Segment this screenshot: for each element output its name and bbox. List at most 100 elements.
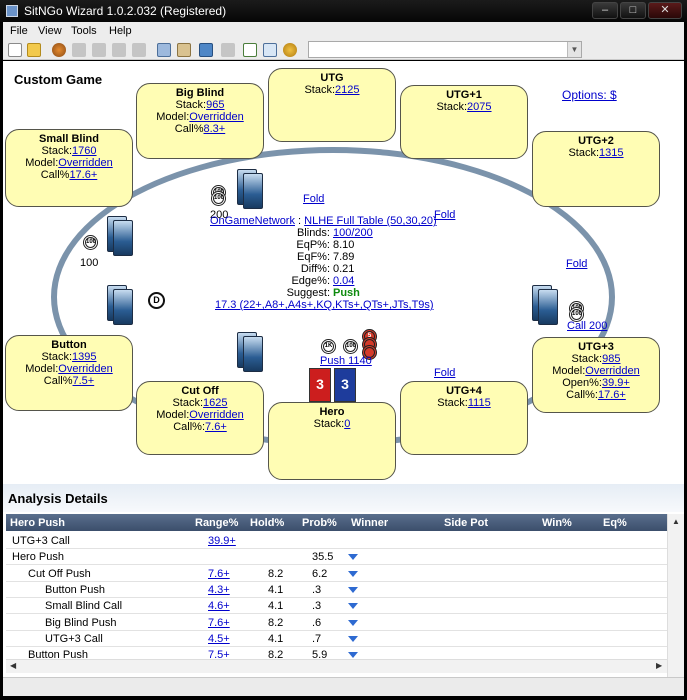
table-combo-box[interactable]: ▼: [308, 41, 582, 58]
scroll-right-icon[interactable]: ▶: [656, 661, 662, 670]
big-blind-fold-link[interactable]: Fold: [303, 193, 324, 205]
seat-big-blind[interactable]: Big Blind Stack:965 Model:Overridden Cal…: [136, 83, 264, 159]
call-value[interactable]: 7.5+: [73, 375, 95, 387]
menu-tools[interactable]: Tools: [71, 25, 97, 37]
copy-icon[interactable]: [157, 43, 171, 57]
stack-value[interactable]: 1625: [203, 397, 227, 409]
col-eq[interactable]: Eq%: [603, 517, 627, 529]
seat-utg3[interactable]: UTG+3 Stack:985 Model:Overridden Open%:3…: [532, 337, 660, 413]
seat-utg1[interactable]: UTG+1 Stack:2075: [400, 85, 528, 159]
seat-hero[interactable]: Hero Stack:0: [268, 402, 396, 480]
paste-icon[interactable]: [177, 43, 191, 57]
expand-arrow-icon[interactable]: [348, 635, 358, 642]
stack-value[interactable]: 1115: [468, 397, 491, 409]
chevron-down-icon[interactable]: ▼: [567, 42, 581, 57]
maximize-button[interactable]: □: [620, 2, 646, 19]
utg4-fold-link[interactable]: Fold: [434, 367, 455, 379]
utg3-call-link[interactable]: Call 200: [567, 320, 607, 332]
analysis-row[interactable]: Small Blind Call 4.6+ 4.1 .3: [6, 598, 667, 615]
call-value[interactable]: 17.6+: [69, 169, 97, 181]
expand-arrow-icon[interactable]: [348, 570, 358, 577]
expand-arrow-icon[interactable]: [348, 619, 358, 626]
col-prob[interactable]: Prob%: [302, 517, 337, 529]
row-range[interactable]: 4.5+: [208, 633, 230, 645]
expand-arrow-icon[interactable]: [348, 554, 358, 561]
col-hero-push[interactable]: Hero Push: [10, 517, 65, 529]
stack-value[interactable]: 2075: [467, 101, 491, 113]
stack-value[interactable]: 1315: [599, 147, 623, 159]
model-value[interactable]: Overridden: [189, 111, 243, 123]
disabled-tool-icon: [132, 43, 146, 57]
options-link[interactable]: Options: $: [562, 88, 617, 102]
model-value[interactable]: Overridden: [58, 363, 112, 375]
analysis-row[interactable]: Button Push 4.3+ 4.1 .3: [6, 582, 667, 598]
stack-value[interactable]: 0: [344, 418, 350, 430]
analysis-row[interactable]: Big Blind Push 7.6+ 8.2 .6: [6, 615, 667, 631]
close-button[interactable]: ✕: [648, 2, 682, 19]
analysis-row[interactable]: UTG+3 Call 39.9+: [6, 533, 667, 549]
call-value[interactable]: 7.6+: [205, 421, 227, 433]
seat-cutoff[interactable]: Cut Off Stack:1625 Model:Overridden Call…: [136, 381, 264, 455]
col-side-pot[interactable]: Side Pot: [444, 517, 488, 529]
push-range-link[interactable]: 17.3 (22+,A8+,A4s+,KQ,KTs+,QTs+,JTs,T9s): [215, 299, 434, 311]
menu-help[interactable]: Help: [109, 25, 132, 37]
call-label: Call%: [40, 169, 70, 181]
analysis-row[interactable]: UTG+3 Call 4.5+ 4.1 .7: [6, 631, 667, 647]
blinds-value[interactable]: 100/200: [333, 227, 373, 239]
expand-arrow-icon[interactable]: [348, 603, 358, 610]
settings-gear-icon[interactable]: [283, 43, 297, 57]
minimize-button[interactable]: –: [592, 2, 618, 19]
expand-arrow-icon[interactable]: [348, 586, 358, 593]
model-value[interactable]: Overridden: [189, 409, 243, 421]
row-range[interactable]: 7.6+: [208, 568, 230, 580]
seat-utg4[interactable]: UTG+4 Stack:1115: [400, 381, 528, 455]
row-range[interactable]: 4.6+: [208, 600, 230, 612]
stack-value[interactable]: 965: [206, 99, 224, 111]
status-bar: [3, 677, 684, 696]
col-win[interactable]: Win%: [542, 517, 572, 529]
call-label: Call%:: [566, 389, 598, 401]
call-value[interactable]: 8.3+: [204, 123, 226, 135]
analysis-row[interactable]: Hero Push 35.5: [6, 549, 667, 566]
screenshot-icon[interactable]: [199, 43, 213, 57]
col-hold[interactable]: Hold%: [250, 517, 284, 529]
row-range[interactable]: 39.9+: [208, 535, 236, 547]
col-winner[interactable]: Winner: [351, 517, 388, 529]
col-range[interactable]: Range%: [195, 517, 238, 529]
seat-button[interactable]: Button Stack:1395 Model:Overridden Call%…: [5, 335, 133, 411]
wizard-icon[interactable]: [52, 43, 66, 57]
scroll-up-icon[interactable]: ▲: [672, 517, 680, 526]
stack-value[interactable]: 1395: [72, 351, 96, 363]
seat-small-blind[interactable]: Small Blind Stack:1760 Model:Overridden …: [5, 129, 133, 207]
horizontal-scrollbar[interactable]: ◀ ▶: [6, 659, 667, 673]
edit-icon[interactable]: [263, 43, 277, 57]
seat-utg2[interactable]: UTG+2 Stack:1315: [532, 131, 660, 207]
row-hold: 8.2: [268, 567, 284, 580]
stack-value[interactable]: 2125: [335, 84, 359, 96]
stack-value[interactable]: 985: [602, 353, 620, 365]
call-value[interactable]: 17.6+: [598, 389, 626, 401]
stack-label: Stack:: [304, 84, 336, 96]
structure-link[interactable]: NLHE Full Table (50,30,20): [304, 215, 436, 227]
stack-value[interactable]: 1760: [72, 145, 96, 157]
open-folder-icon[interactable]: [27, 43, 41, 57]
row-range[interactable]: 7.6+: [208, 617, 230, 629]
utg2-fold-link[interactable]: Fold: [566, 258, 587, 270]
vertical-scrollbar[interactable]: ▲: [667, 514, 684, 686]
checklist-icon[interactable]: [243, 43, 257, 57]
menu-file[interactable]: File: [10, 25, 28, 37]
edge-value[interactable]: 0.04: [333, 275, 354, 287]
model-value[interactable]: Overridden: [585, 365, 639, 377]
seat-utg[interactable]: UTG Stack:2125: [268, 68, 396, 142]
hero-push-link[interactable]: Push 1140: [320, 355, 372, 367]
model-value[interactable]: Overridden: [58, 157, 112, 169]
dealer-button: D: [148, 292, 165, 309]
analysis-row[interactable]: Cut Off Push 7.6+ 8.2 6.2: [6, 566, 667, 582]
menu-view[interactable]: View: [38, 25, 62, 37]
expand-arrow-icon[interactable]: [348, 652, 358, 659]
row-range[interactable]: 4.3+: [208, 584, 230, 596]
network-link[interactable]: OnGameNetwork: [210, 215, 295, 227]
open-value[interactable]: 39.9+: [602, 377, 630, 389]
new-file-icon[interactable]: [8, 43, 22, 57]
scroll-left-icon[interactable]: ◀: [10, 661, 16, 670]
